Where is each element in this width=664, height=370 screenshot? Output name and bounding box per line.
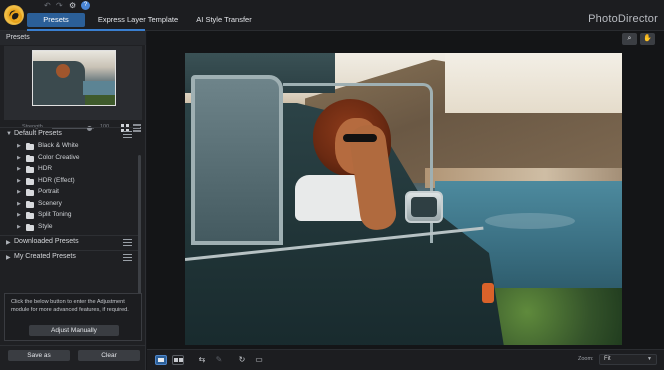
bottom-toolbar: ⇆ ✎ ↻ ▭ Zoom: Fit ▼ <box>147 349 664 370</box>
tab-presets[interactable]: Presets <box>27 13 85 27</box>
folder-icon <box>26 189 34 196</box>
collapse-arrow-icon[interactable]: ▶ <box>17 178 21 184</box>
collapse-arrow-icon[interactable]: ▶ <box>6 239 11 246</box>
collapse-arrow-icon[interactable]: ▶ <box>17 201 21 207</box>
preset-folder-split-toning[interactable]: ▶ Split Toning <box>0 210 140 222</box>
fullscreen-icon[interactable]: ▭ <box>253 355 265 365</box>
preset-folder-hdr-effect[interactable]: ▶ HDR (Effect) <box>0 176 140 188</box>
preset-folder-scenery[interactable]: ▶ Scenery <box>0 199 140 211</box>
canvas-area: ⌕ ✋ <box>147 31 664 349</box>
clear-button[interactable]: Clear <box>78 350 140 361</box>
folder-icon <box>26 154 34 162</box>
gear-icon[interactable]: ⚙ <box>69 1 76 11</box>
panel-title: Presets <box>0 31 146 45</box>
preview-thumbnail-area <box>4 46 142 120</box>
compare-icon[interactable]: ⇆ <box>196 355 208 365</box>
collapse-arrow-icon[interactable]: ▶ <box>17 143 21 149</box>
collapse-arrow-icon[interactable]: ▶ <box>17 224 21 230</box>
rotate-icon[interactable]: ↻ <box>236 355 248 365</box>
adjust-manually-button[interactable]: Adjust Manually <box>29 325 119 336</box>
preview-thumbnail <box>32 50 116 106</box>
presets-panel: Presets Strength 100 ▼ Default Presets ▶… <box>0 31 146 370</box>
redo-icon[interactable]: ↷ <box>56 1 63 11</box>
photo-preview[interactable] <box>185 53 622 345</box>
brush-icon[interactable]: ✎ <box>213 355 225 365</box>
collapse-arrow-icon[interactable]: ▶ <box>17 155 21 161</box>
folder-icon <box>26 177 34 185</box>
panel-scrollbar[interactable] <box>138 155 141 315</box>
tab-ai-style-transfer[interactable]: AI Style Transfer <box>190 13 258 27</box>
preset-folder-black-white[interactable]: ▶ Black & White <box>0 141 140 153</box>
zoom-select[interactable]: Fit ▼ <box>599 354 657 365</box>
zoom-label: Zoom: <box>578 356 594 362</box>
preset-folder-style[interactable]: ▶ Style <box>0 222 140 234</box>
top-bar: ↶ ↷ ⚙ ? Presets Express Layer Template A… <box>0 0 664 31</box>
group-menu-icon[interactable] <box>123 131 132 138</box>
brand-name: PhotoDirector <box>588 13 658 25</box>
collapse-arrow-icon[interactable]: ▶ <box>6 254 11 261</box>
help-icon[interactable]: ? <box>81 1 90 10</box>
single-view-icon[interactable] <box>155 355 167 365</box>
zoom-value: Fit <box>604 356 611 362</box>
split-view-icon[interactable] <box>172 355 184 365</box>
group-downloaded-presets[interactable]: ▶ Downloaded Presets <box>0 235 140 248</box>
expand-arrow-icon[interactable]: ▼ <box>6 131 12 137</box>
collapse-arrow-icon[interactable]: ▶ <box>17 212 21 218</box>
zoom-icon[interactable]: ⌕ <box>622 33 637 45</box>
save-as-button[interactable]: Save as <box>8 350 70 361</box>
group-menu-icon[interactable] <box>123 239 132 246</box>
adjust-hint-text: Click the below button to enter the Adju… <box>11 299 129 313</box>
folder-icon <box>26 200 34 208</box>
hand-icon[interactable]: ✋ <box>640 33 655 45</box>
preset-folder-portrait[interactable]: ▶ Portrait <box>0 187 140 199</box>
app-logo-icon[interactable] <box>4 5 24 25</box>
divider <box>0 345 146 346</box>
folder-icon <box>26 212 34 219</box>
preset-folder-color-creative[interactable]: ▶ Color Creative <box>0 153 140 165</box>
group-default-presets[interactable]: ▼ Default Presets <box>0 127 140 140</box>
collapse-arrow-icon[interactable]: ▶ <box>17 189 21 195</box>
tab-express-layer-template[interactable]: Express Layer Template <box>95 13 181 27</box>
preset-folder-hdr[interactable]: ▶ HDR <box>0 164 140 176</box>
undo-icon[interactable]: ↶ <box>44 1 51 11</box>
folder-icon <box>26 143 34 150</box>
adjust-manually-box: Click the below button to enter the Adju… <box>4 293 142 341</box>
group-menu-icon[interactable] <box>123 254 132 261</box>
collapse-arrow-icon[interactable]: ▶ <box>17 166 21 172</box>
chevron-down-icon: ▼ <box>647 356 652 362</box>
folder-icon <box>26 166 34 173</box>
group-my-created-presets[interactable]: ▶ My Created Presets <box>0 250 140 263</box>
folder-icon <box>26 223 34 231</box>
